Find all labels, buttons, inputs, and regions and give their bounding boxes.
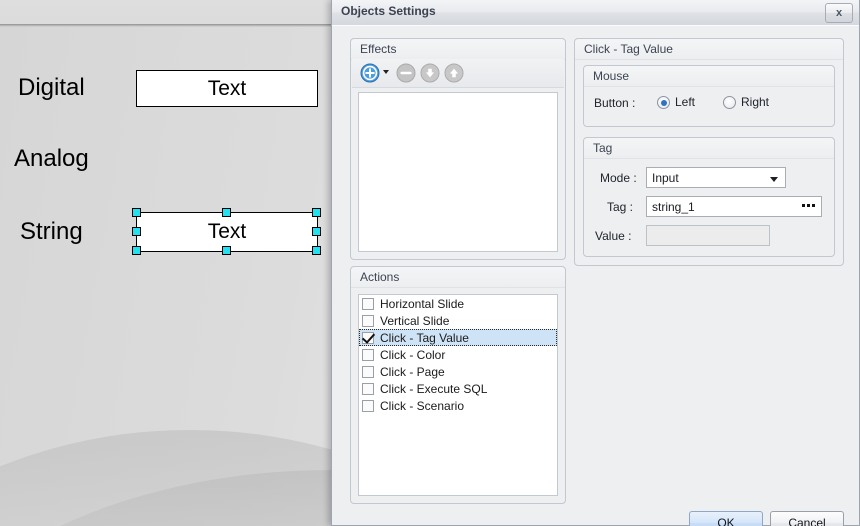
radio-left-label: Left — [675, 95, 696, 109]
list-item[interactable]: Click - Scenario — [359, 397, 557, 414]
resize-handle-bottom-right[interactable] — [312, 246, 321, 255]
mode-select-value: Input — [652, 171, 679, 185]
resize-handle-bottom-center[interactable] — [222, 246, 231, 255]
effects-list[interactable] — [358, 92, 558, 252]
checkbox-icon[interactable] — [362, 297, 374, 310]
list-item-label: Click - Tag Value — [380, 330, 469, 345]
mode-select[interactable]: Input — [646, 167, 786, 188]
checkbox-icon[interactable] — [362, 331, 374, 344]
resize-handle-top-left[interactable] — [132, 208, 141, 217]
remove-icon — [396, 63, 416, 83]
dialog-titlebar[interactable]: Objects Settings x — [332, 0, 859, 26]
add-icon[interactable] — [360, 63, 380, 83]
value-input — [646, 225, 770, 246]
effects-group-title: Effects — [360, 42, 397, 56]
mouse-group: Mouse Button : Left Right — [583, 65, 835, 127]
list-item-label: Horizontal Slide — [380, 296, 465, 311]
effects-toolbar — [352, 59, 564, 88]
objects-settings-dialog: Objects Settings x Effects Actions Horiz… — [331, 0, 860, 526]
tag-group-title: Tag — [593, 141, 613, 155]
actions-group: Actions Horizontal Slide Vertical Slide … — [350, 266, 566, 504]
action-detail-group: Click - Tag Value Mouse Button : Left Ri… — [574, 38, 844, 266]
resize-handle-top-center[interactable] — [222, 208, 231, 217]
chevron-down-icon[interactable] — [383, 70, 389, 74]
tag-input-value: string_1 — [652, 200, 695, 214]
canvas-label-analog: Analog — [14, 145, 89, 172]
tag-input[interactable]: string_1 — [646, 196, 822, 217]
checkbox-icon[interactable] — [362, 348, 374, 361]
effects-group: Effects — [350, 38, 566, 260]
list-item-label: Click - Page — [380, 364, 445, 379]
checkbox-icon[interactable] — [362, 382, 374, 395]
digital-text-object[interactable]: Text — [136, 70, 318, 107]
list-item[interactable]: Horizontal Slide — [359, 295, 557, 312]
list-item[interactable]: Click - Tag Value — [359, 329, 557, 346]
radio-right-label: Right — [741, 95, 770, 109]
list-item[interactable]: Vertical Slide — [359, 312, 557, 329]
resize-handle-bottom-left[interactable] — [132, 246, 141, 255]
list-item-label: Click - Execute SQL — [380, 381, 488, 396]
list-item[interactable]: Click - Page — [359, 363, 557, 380]
screen: Digital Analog String Text Text Objects … — [0, 0, 860, 526]
radio-right[interactable] — [723, 96, 736, 109]
list-item-label: Vertical Slide — [380, 313, 450, 328]
canvas-label-string: String — [20, 218, 83, 245]
ok-button[interactable]: OK — [689, 511, 763, 526]
list-item[interactable]: Click - Color — [359, 346, 557, 363]
resize-handle-middle-right[interactable] — [312, 227, 321, 236]
dialog-body: Effects Actions Horizontal Slide Vertica… — [332, 25, 859, 526]
move-down-icon — [420, 63, 440, 83]
list-item-label: Click - Scenario — [380, 398, 465, 413]
cancel-button[interactable]: Cancel — [770, 511, 844, 526]
mouse-group-title: Mouse — [593, 69, 630, 83]
tag-group-header — [584, 138, 834, 159]
list-item[interactable]: Click - Execute SQL — [359, 380, 557, 397]
checkbox-icon[interactable] — [362, 399, 374, 412]
actions-group-title: Actions — [360, 270, 400, 284]
checkbox-icon[interactable] — [362, 314, 374, 327]
resize-handle-middle-left[interactable] — [132, 227, 141, 236]
tag-label: Tag : — [607, 200, 634, 214]
tag-group: Tag Mode : Input Tag : string_1 Value : — [583, 137, 835, 257]
value-label: Value : — [595, 229, 632, 243]
chevron-down-icon — [770, 177, 778, 182]
resize-handle-top-right[interactable] — [312, 208, 321, 217]
move-up-icon — [444, 63, 464, 83]
mouse-button-label: Button : — [594, 96, 636, 110]
close-icon[interactable]: x — [825, 3, 853, 23]
canvas-label-digital: Digital — [18, 74, 85, 101]
radio-left[interactable] — [657, 96, 670, 109]
list-item-label: Click - Color — [380, 347, 446, 362]
dialog-title: Objects Settings — [341, 4, 436, 18]
action-detail-group-title: Click - Tag Value — [584, 42, 673, 56]
mode-label: Mode : — [600, 171, 637, 185]
actions-list[interactable]: Horizontal Slide Vertical Slide Click - … — [358, 294, 558, 496]
checkbox-icon[interactable] — [362, 365, 374, 378]
browse-ellipsis-icon[interactable] — [802, 204, 815, 207]
